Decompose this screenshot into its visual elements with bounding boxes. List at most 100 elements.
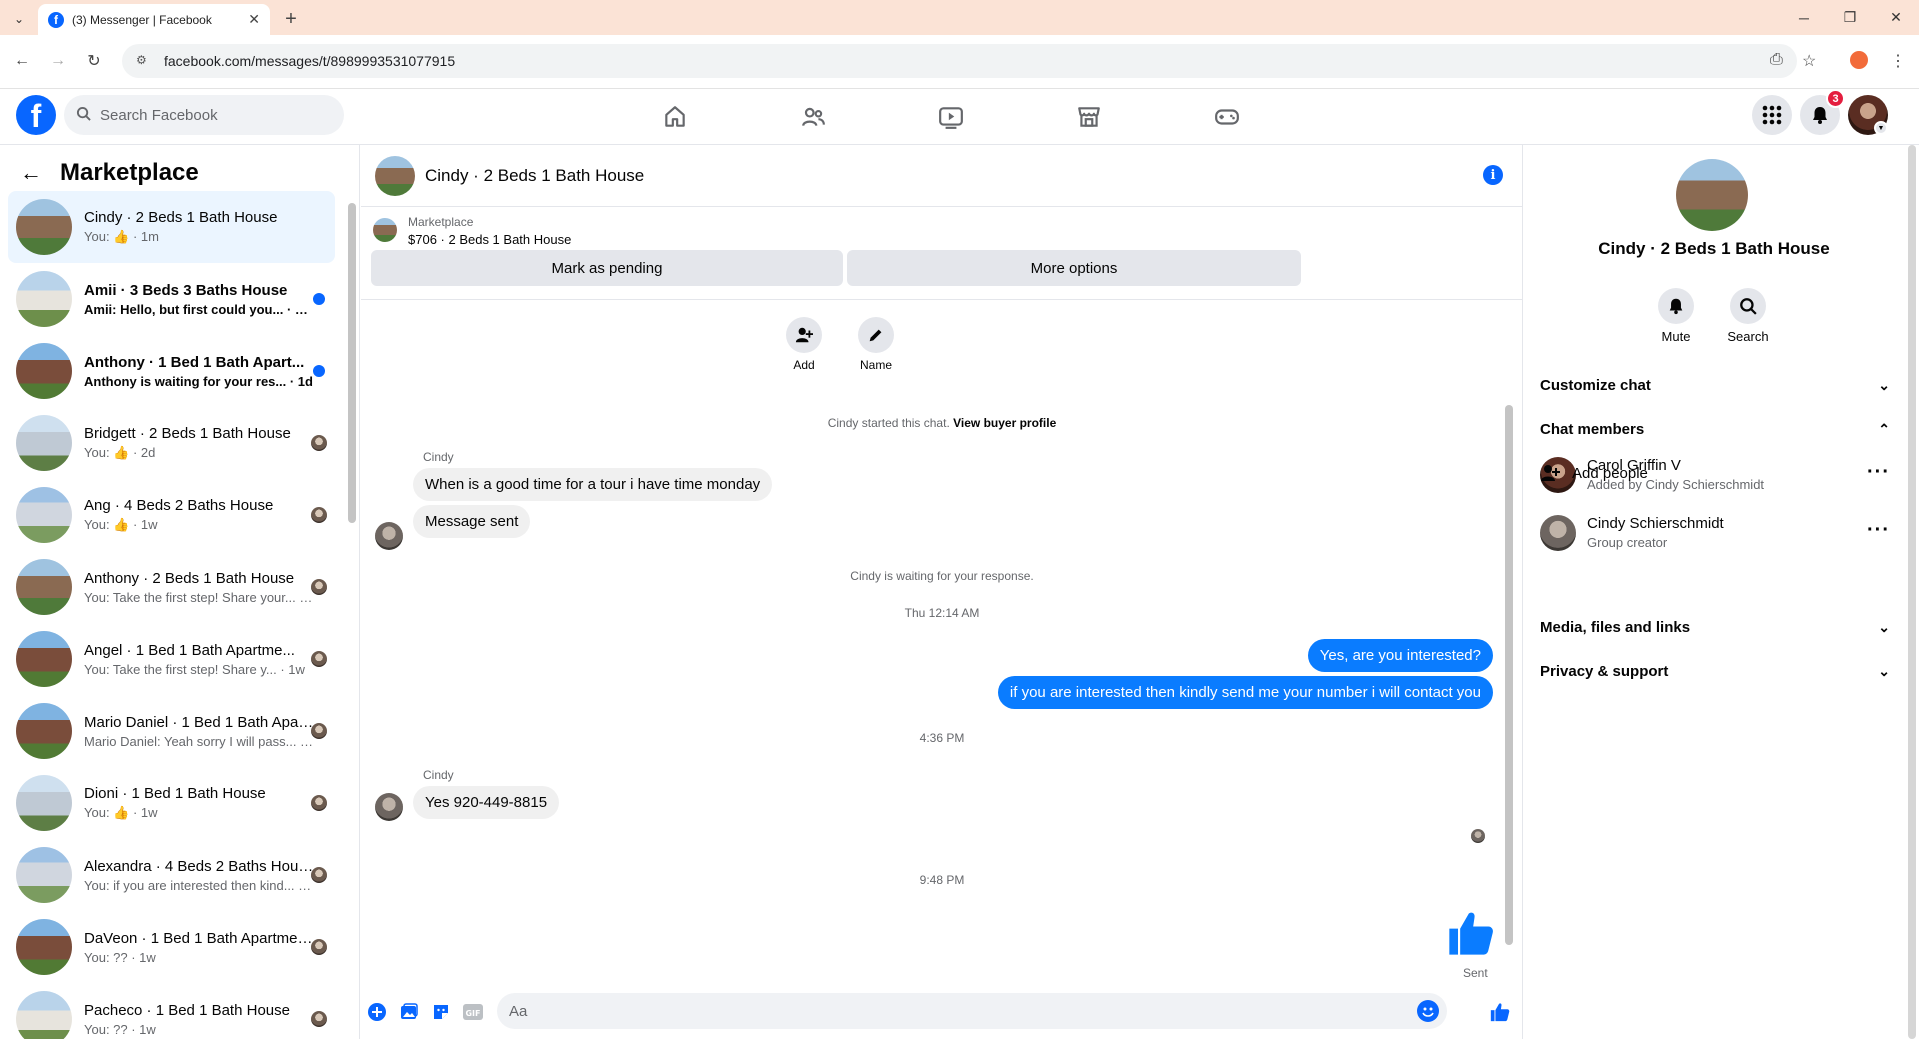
incoming-message[interactable]: When is a good time for a tour i have ti… <box>413 468 773 501</box>
gif-icon[interactable]: GIF <box>462 1001 484 1023</box>
extension-icon[interactable] <box>1850 51 1868 69</box>
sender-name: Cindy <box>423 450 454 464</box>
tab-search-dropdown-icon[interactable]: ⌄ <box>8 8 30 30</box>
message-input[interactable] <box>509 1002 1389 1020</box>
more-options-icon[interactable]: ··· <box>1867 461 1890 484</box>
conversation-item[interactable]: Amii · 3 Beds 3 Baths House Amii: Hello, … <box>8 263 335 335</box>
close-window-icon[interactable]: ✕ <box>1873 0 1919 35</box>
sender-avatar[interactable] <box>375 793 403 821</box>
customize-chat-section[interactable]: Customize chat ⌄ <box>1540 369 1890 401</box>
mark-as-pending-button[interactable]: Mark as pending <box>371 250 843 286</box>
member-name: Cindy Schierschmidt <box>1587 515 1724 532</box>
nav-gaming[interactable] <box>1172 97 1282 137</box>
conversation-item[interactable]: Bridgett · 2 Beds 1 Bath House You: 👍 · 2… <box>8 407 335 479</box>
nav-watch[interactable] <box>896 97 1006 137</box>
member-avatar[interactable] <box>1540 515 1576 551</box>
sender-avatar[interactable] <box>375 522 403 550</box>
thumbs-up-icon[interactable] <box>1445 907 1497 959</box>
listing-price[interactable]: $706 · 2 Beds 1 Bath House <box>408 232 571 247</box>
browser-address-bar: ← → ↻ ⚙ facebook.com/messages/t/89899935… <box>0 35 1919 89</box>
conversation-item[interactable]: DaVeon · 1 Bed 1 Bath Apartmen... You: ??… <box>8 911 335 983</box>
add-people-button[interactable]: Add people <box>1540 463 1648 483</box>
install-app-icon[interactable]: ⎙ <box>1770 51 1783 69</box>
conversation-item[interactable]: Pacheco · 1 Bed 1 Bath House You: ?? · 1w <box>8 983 335 1039</box>
incoming-message[interactable]: Yes 920-449-8815 <box>413 786 560 819</box>
svg-text:GIF: GIF <box>465 1009 480 1018</box>
url-field[interactable]: ⚙ facebook.com/messages/t/89899935310779… <box>122 44 1797 78</box>
member-row[interactable]: Cindy Schierschmidt Group creator ··· <box>1540 511 1890 559</box>
view-buyer-profile-link[interactable]: View buyer profile <box>953 416 1056 430</box>
nav-home[interactable] <box>620 97 730 137</box>
conversation-preview: Anthony is waiting for your res... · 1d <box>84 373 313 389</box>
more-options-button[interactable]: More options <box>847 250 1301 286</box>
incoming-message[interactable]: Message sent <box>413 505 531 538</box>
outgoing-message[interactable]: if you are interested then kindly send m… <box>997 676 1493 709</box>
site-info-icon[interactable]: ⚙ <box>136 53 152 69</box>
chat-avatar[interactable] <box>375 155 415 196</box>
conversation-name: Dioni · 1 Bed 1 Bath House <box>84 785 266 802</box>
media-files-section[interactable]: Media, files and links ⌄ <box>1540 611 1890 643</box>
info-icon[interactable]: i <box>1483 165 1503 185</box>
chevron-down-icon[interactable]: ▼ <box>1874 121 1888 135</box>
send-like-icon[interactable] <box>1489 1001 1511 1023</box>
menu-grid-button[interactable] <box>1752 95 1792 135</box>
pencil-icon <box>869 329 882 342</box>
conversation-preview: You: 👍 · 2d <box>84 445 156 460</box>
conversation-name: DaVeon · 1 Bed 1 Bath Apartmen... <box>84 929 314 947</box>
seen-avatar <box>311 867 327 883</box>
sticker-icon[interactable] <box>430 1001 452 1023</box>
back-icon[interactable]: ← <box>8 47 36 75</box>
browser-tab[interactable]: f (3) Messenger | Facebook ✕ <box>38 4 270 35</box>
forward-icon[interactable]: → <box>44 47 72 75</box>
conversation-avatar <box>16 631 72 687</box>
chat-info-pane: Cindy · 2 Beds 1 Bath House Mute Search … <box>1524 145 1904 1039</box>
conversation-name: Angel · 1 Bed 1 Bath Apartme... <box>84 641 295 659</box>
facebook-logo[interactable]: f <box>16 95 56 135</box>
emoji-icon[interactable] <box>1417 1000 1439 1022</box>
facebook-search[interactable] <box>64 95 344 135</box>
conversation-item[interactable]: Anthony · 2 Beds 1 Bath House You: Take t… <box>8 551 335 623</box>
listing-thumbnail[interactable] <box>373 218 397 242</box>
marketplace-label: Marketplace <box>408 215 474 229</box>
mute-button[interactable] <box>1658 288 1694 324</box>
nav-marketplace[interactable] <box>1034 97 1144 137</box>
conversation-avatar <box>16 271 72 327</box>
message-input-wrapper <box>497 993 1447 1029</box>
seen-indicator-avatar <box>1471 829 1485 843</box>
list-scrollbar[interactable] <box>346 193 356 1039</box>
conversation-item[interactable]: Dioni · 1 Bed 1 Bath House You: 👍 · 1w <box>8 767 335 839</box>
browser-menu-icon[interactable]: ⋮ <box>1890 51 1906 71</box>
tab-close-icon[interactable]: ✕ <box>248 11 260 28</box>
search-input[interactable] <box>100 106 300 124</box>
nav-friends[interactable] <box>758 97 868 137</box>
minimize-icon[interactable]: ─ <box>1781 0 1827 35</box>
timestamp: Thu 12:14 AM <box>904 606 980 620</box>
new-tab-icon[interactable]: + <box>280 8 302 30</box>
facebook-favicon-icon: f <box>48 11 64 28</box>
add-member-button[interactable] <box>786 317 822 353</box>
chat-info-avatar[interactable] <box>1676 159 1748 231</box>
plus-circle-icon[interactable] <box>366 1001 388 1023</box>
chat-members-section[interactable]: Chat members ⌃ <box>1540 413 1890 445</box>
chat-pane: Cindy · 2 Beds 1 Bath House i Marketplac… <box>361 145 1523 1039</box>
conversation-item[interactable]: Cindy · 2 Beds 1 Bath House You: 👍 · 1m <box>8 191 335 263</box>
bookmark-star-icon[interactable]: ☆ <box>1802 51 1816 71</box>
chat-scrollbar[interactable] <box>1503 305 1515 977</box>
chat-title[interactable]: Cindy · 2 Beds 1 Bath House <box>425 166 644 186</box>
restore-icon[interactable]: ❐ <box>1827 0 1873 35</box>
outgoing-message[interactable]: Yes, are you interested? <box>1307 639 1493 672</box>
photo-icon[interactable] <box>398 1001 420 1023</box>
back-arrow-icon[interactable]: ← <box>20 160 42 186</box>
conversation-item[interactable]: Anthony · 1 Bed 1 Bath Apart... Anthony i… <box>8 335 335 407</box>
edit-name-button[interactable] <box>858 317 894 353</box>
browser-tab-bar: ⌄ f (3) Messenger | Facebook ✕ + ─ ❐ ✕ <box>0 0 1919 35</box>
reload-icon[interactable]: ↻ <box>80 47 108 75</box>
search-chat-button[interactable] <box>1730 288 1766 324</box>
conversation-item[interactable]: Mario Daniel · 1 Bed 1 Bath Apar... Mario… <box>8 695 335 767</box>
privacy-support-section[interactable]: Privacy & support ⌄ <box>1540 655 1890 687</box>
page-scrollbar[interactable] <box>1905 145 1919 1039</box>
more-options-icon[interactable]: ··· <box>1867 519 1890 542</box>
conversation-item[interactable]: Angel · 1 Bed 1 Bath Apartme... You: Take… <box>8 623 335 695</box>
conversation-item[interactable]: Alexandra · 4 Beds 2 Baths House You: if … <box>8 839 335 911</box>
conversation-item[interactable]: Ang · 4 Beds 2 Baths House You: 👍 · 1w <box>8 479 335 551</box>
